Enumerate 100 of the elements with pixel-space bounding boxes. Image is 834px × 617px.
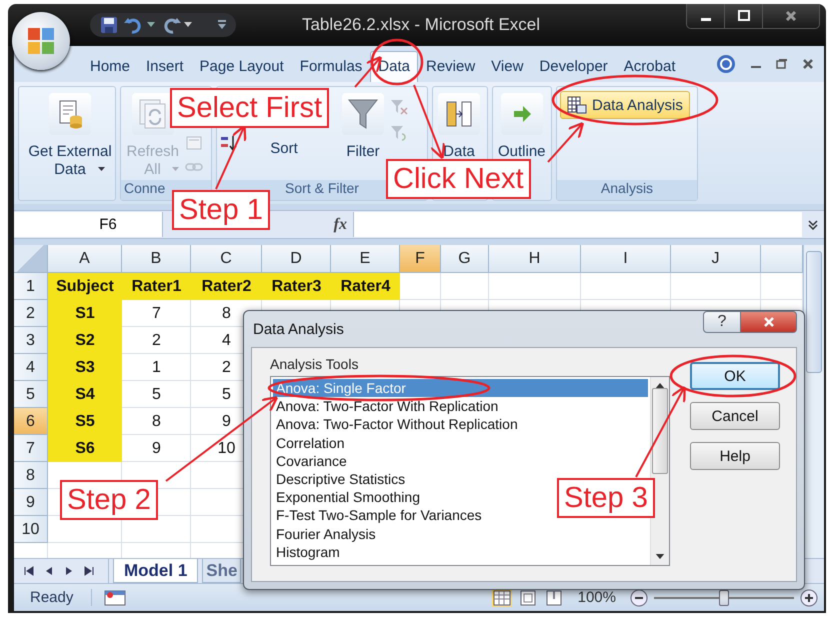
name-box[interactable]: F6	[14, 212, 163, 237]
ribbon-tab[interactable]: Page Layout	[192, 51, 292, 82]
ribbon-button[interactable]: Get External Data	[22, 91, 118, 173]
row-header[interactable]: 1	[14, 273, 48, 300]
sheet-nav-icon[interactable]	[84, 566, 94, 576]
close-button[interactable]	[763, 4, 819, 28]
formula-input[interactable]	[353, 212, 802, 237]
sheet-nav-icon[interactable]	[24, 566, 34, 576]
dropdown-icon[interactable]	[184, 22, 192, 28]
ribbon-tab[interactable]: Review	[418, 51, 484, 82]
maximize-button[interactable]	[725, 4, 763, 28]
dialog-button[interactable]: OK	[690, 362, 780, 390]
row-header[interactable]: 9	[14, 489, 48, 516]
table-cell: Rater1	[122, 273, 191, 300]
table-cell: S4	[48, 381, 122, 408]
row-header[interactable]: 5	[14, 381, 48, 408]
zoom-in-icon[interactable]	[800, 588, 818, 606]
column-header[interactable]: G	[441, 245, 489, 273]
caret-icon	[172, 167, 179, 171]
highlight-ellipse	[370, 38, 424, 86]
dialog-button[interactable]: Help	[690, 442, 780, 470]
save-icon[interactable]	[100, 16, 118, 34]
row-header[interactable]: 10	[14, 516, 48, 543]
ribbon-tab[interactable]: Insert	[138, 51, 192, 82]
zoom-level[interactable]: 100%	[578, 589, 616, 606]
help-icon[interactable]	[716, 54, 736, 74]
customize-icon[interactable]	[218, 20, 226, 30]
row-header[interactable]: 2	[14, 300, 48, 327]
restore-icon[interactable]	[776, 58, 788, 70]
column-header[interactable]: B	[122, 245, 191, 273]
column-header[interactable]: C	[191, 245, 262, 273]
column-header[interactable]: I	[581, 245, 671, 273]
column-header[interactable]: E	[331, 245, 400, 273]
close-icon[interactable]	[802, 58, 814, 70]
help-button[interactable]: ?	[703, 311, 741, 333]
list-item[interactable]: Covariance	[273, 452, 350, 470]
table-cell-text: 8	[221, 304, 232, 324]
record-macro-icon[interactable]	[104, 588, 126, 606]
list-item[interactable]: Descriptive Statistics	[273, 470, 408, 488]
table-cell: Rater3	[262, 273, 331, 300]
table-cell: S3	[48, 354, 122, 381]
ribbon-button[interactable]: Sort	[242, 138, 326, 160]
tools-list[interactable]	[270, 376, 670, 566]
ribbon-tab[interactable]: Acrobat	[616, 51, 684, 82]
column-header[interactable]: D	[262, 245, 331, 273]
column-header[interactable]: A	[48, 245, 122, 273]
window-title: Table26.2.xlsx - Microsoft Excel	[300, 15, 542, 35]
scrollbar[interactable]	[803, 245, 824, 558]
table-cell-text: 5	[151, 385, 162, 405]
list-item[interactable]: F-Test Two-Sample for Variances	[273, 506, 485, 525]
sheet-tab[interactable]: She	[202, 559, 242, 583]
dropdown-icon[interactable]	[147, 22, 155, 28]
sheet-tab[interactable]: Model 1	[113, 559, 198, 583]
row-header[interactable]: 3	[14, 327, 48, 354]
scroll-thumb[interactable]	[652, 388, 668, 474]
list-item[interactable]: Anova: Two-Factor With Replication	[273, 397, 502, 416]
ribbon-tab[interactable]: Developer	[531, 51, 616, 82]
row-header[interactable]: 8	[14, 462, 48, 489]
minimize-button[interactable]	[687, 4, 725, 28]
status-text: Ready	[20, 589, 92, 606]
page-layout-icon[interactable]	[518, 588, 538, 606]
list-item[interactable]: Anova: Two-Factor Without Replication	[273, 415, 521, 434]
table-cell-text: 2	[221, 358, 232, 378]
close-icon	[762, 316, 774, 328]
funnel-icon	[342, 93, 384, 135]
close-button[interactable]	[741, 311, 797, 333]
table-cell-text: 8	[151, 412, 162, 432]
expand-icon[interactable]	[808, 220, 818, 230]
column-header[interactable]: H	[489, 245, 581, 273]
ribbon-button[interactable]: Data Analysis	[560, 91, 690, 119]
ribbon-button[interactable]: Filter	[340, 91, 386, 163]
table-cell-text: 1	[151, 358, 162, 378]
ribbon-tab[interactable]: Home	[82, 51, 138, 82]
sort-descending-icon[interactable]	[220, 135, 238, 151]
scroll-thumb[interactable]	[806, 251, 822, 373]
row-header[interactable]: 6	[14, 408, 48, 435]
table-cell: Rater4	[331, 273, 400, 300]
list-item[interactable]: Anova: Single Factor	[273, 379, 648, 398]
slider-thumb[interactable]	[719, 590, 729, 606]
dialog-button[interactable]: Cancel	[690, 402, 780, 430]
row-header[interactable]: 7	[14, 435, 48, 462]
list-item[interactable]: Exponential Smoothing	[273, 488, 423, 506]
scrollbar[interactable]	[650, 377, 669, 565]
list-item[interactable]: Correlation	[273, 434, 348, 452]
caret-icon	[98, 167, 104, 171]
function-button[interactable]: fx	[334, 216, 347, 234]
ribbon-tab[interactable]: Formulas	[292, 51, 370, 82]
column-header[interactable]: F	[400, 245, 441, 273]
row-header[interactable]: 4	[14, 354, 48, 381]
list-item[interactable]: Histogram	[273, 542, 343, 562]
annotation-arrow	[547, 122, 584, 163]
page-break-icon[interactable]	[544, 588, 564, 606]
zoom-out-icon[interactable]	[630, 588, 648, 606]
table-cell: Subject	[48, 273, 122, 300]
list-item[interactable]: Fourier Analysis	[273, 524, 379, 543]
minimize-icon	[700, 18, 710, 20]
ribbon-tab[interactable]: View	[483, 51, 532, 82]
dialog-title: Data Analysis	[253, 320, 344, 338]
table-cell-text: 5	[221, 385, 232, 405]
column-header[interactable]: J	[671, 245, 761, 273]
